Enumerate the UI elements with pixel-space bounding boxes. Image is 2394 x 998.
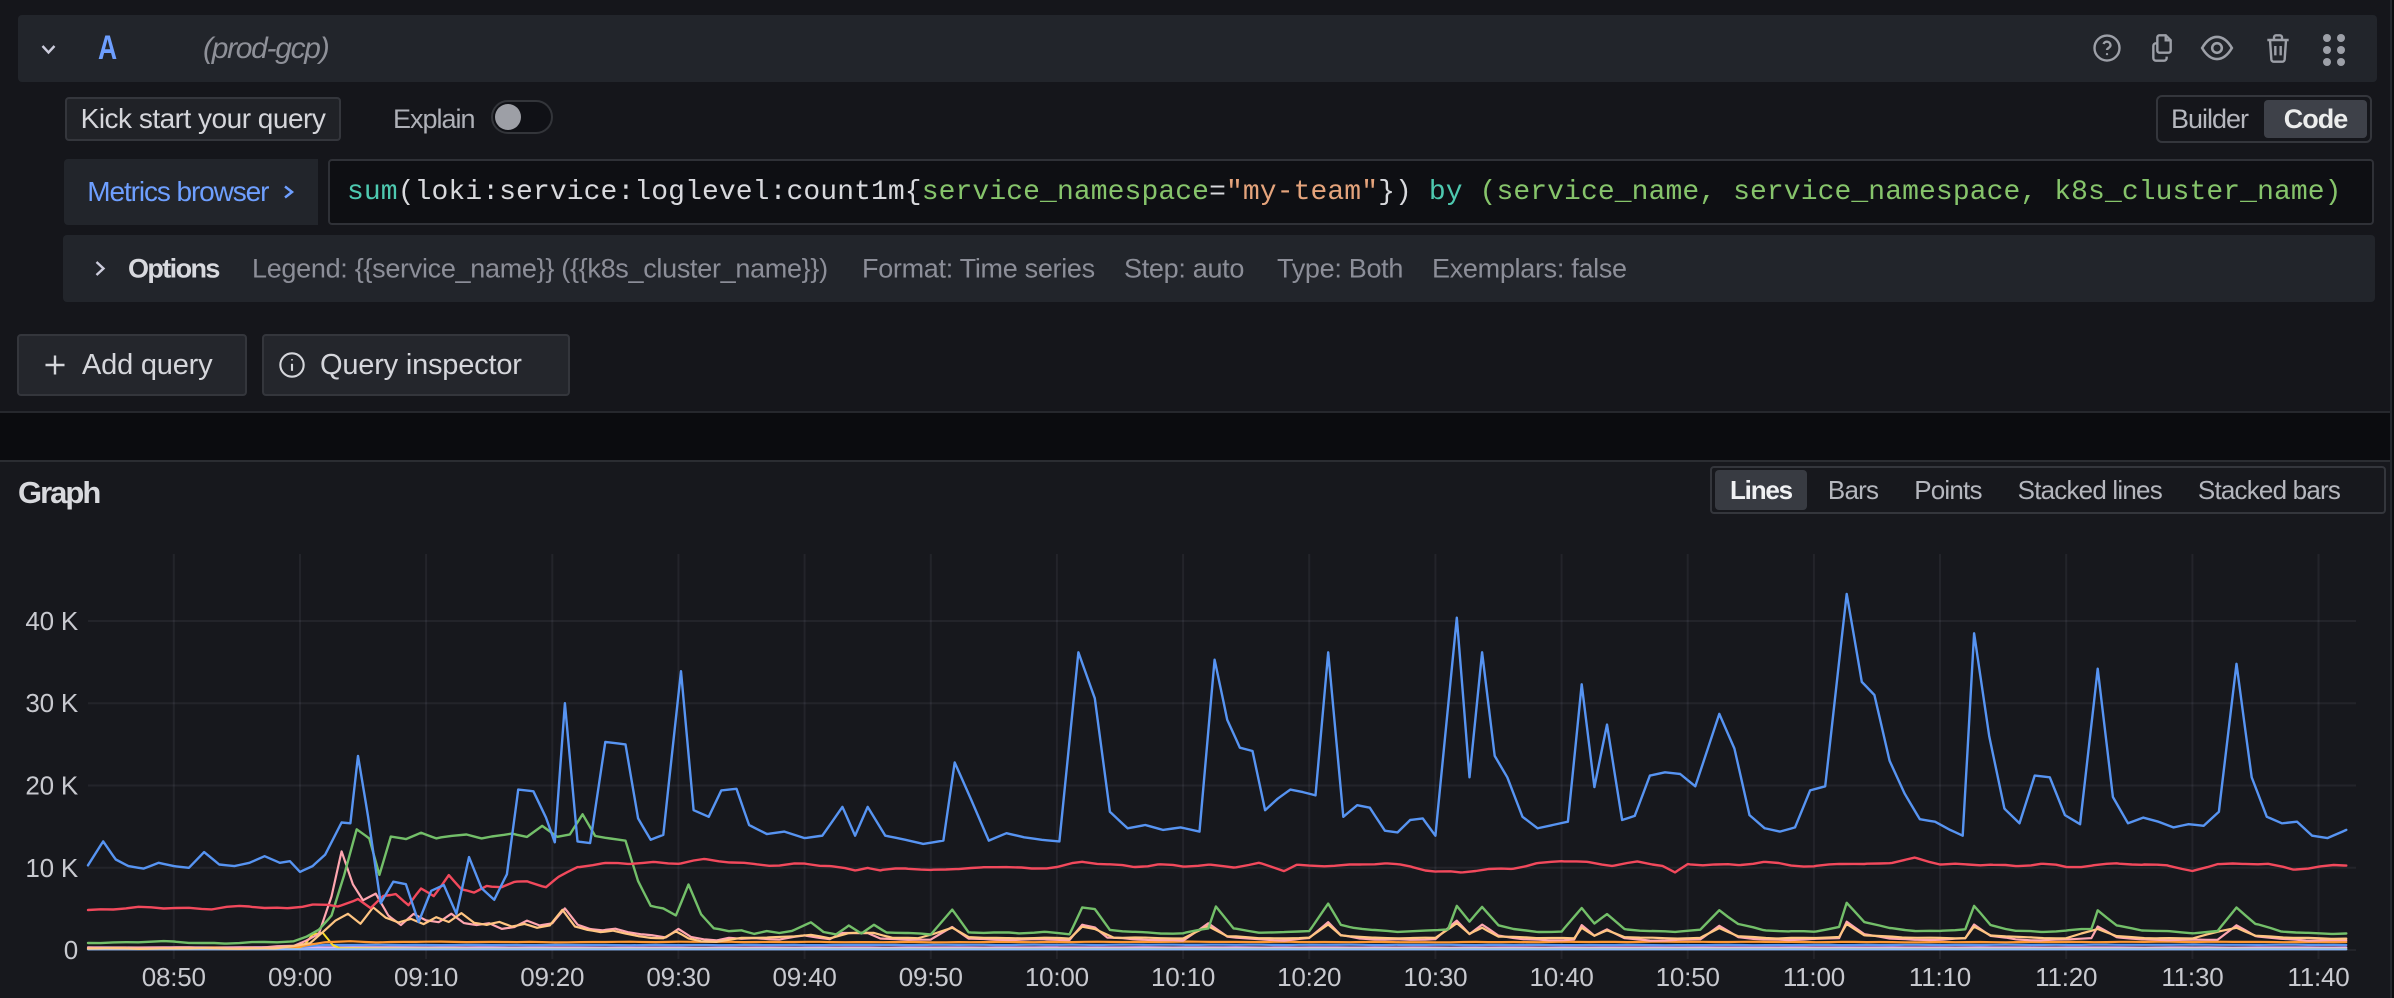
svg-text:0: 0 <box>64 935 78 965</box>
svg-text:11:10: 11:10 <box>1909 962 1971 992</box>
svg-text:09:10: 09:10 <box>394 962 458 992</box>
svg-text:09:20: 09:20 <box>520 962 584 992</box>
svg-text:09:00: 09:00 <box>268 962 332 992</box>
svg-text:40 K: 40 K <box>25 606 79 636</box>
svg-text:20 K: 20 K <box>25 771 79 801</box>
svg-text:10:30: 10:30 <box>1403 962 1467 992</box>
svg-text:09:30: 09:30 <box>646 962 710 992</box>
svg-text:10 K: 10 K <box>25 853 79 883</box>
svg-text:09:50: 09:50 <box>899 962 963 992</box>
svg-text:10:20: 10:20 <box>1277 962 1341 992</box>
svg-text:08:50: 08:50 <box>142 962 206 992</box>
svg-text:10:10: 10:10 <box>1151 962 1215 992</box>
svg-text:10:40: 10:40 <box>1530 962 1594 992</box>
svg-text:11:00: 11:00 <box>1783 962 1845 992</box>
svg-text:10:50: 10:50 <box>1656 962 1720 992</box>
svg-text:11:40: 11:40 <box>2287 962 2349 992</box>
svg-text:30 K: 30 K <box>25 688 79 718</box>
svg-text:11:20: 11:20 <box>2035 962 2097 992</box>
svg-text:09:40: 09:40 <box>773 962 837 992</box>
svg-text:10:00: 10:00 <box>1025 962 1089 992</box>
svg-text:11:30: 11:30 <box>2161 962 2223 992</box>
